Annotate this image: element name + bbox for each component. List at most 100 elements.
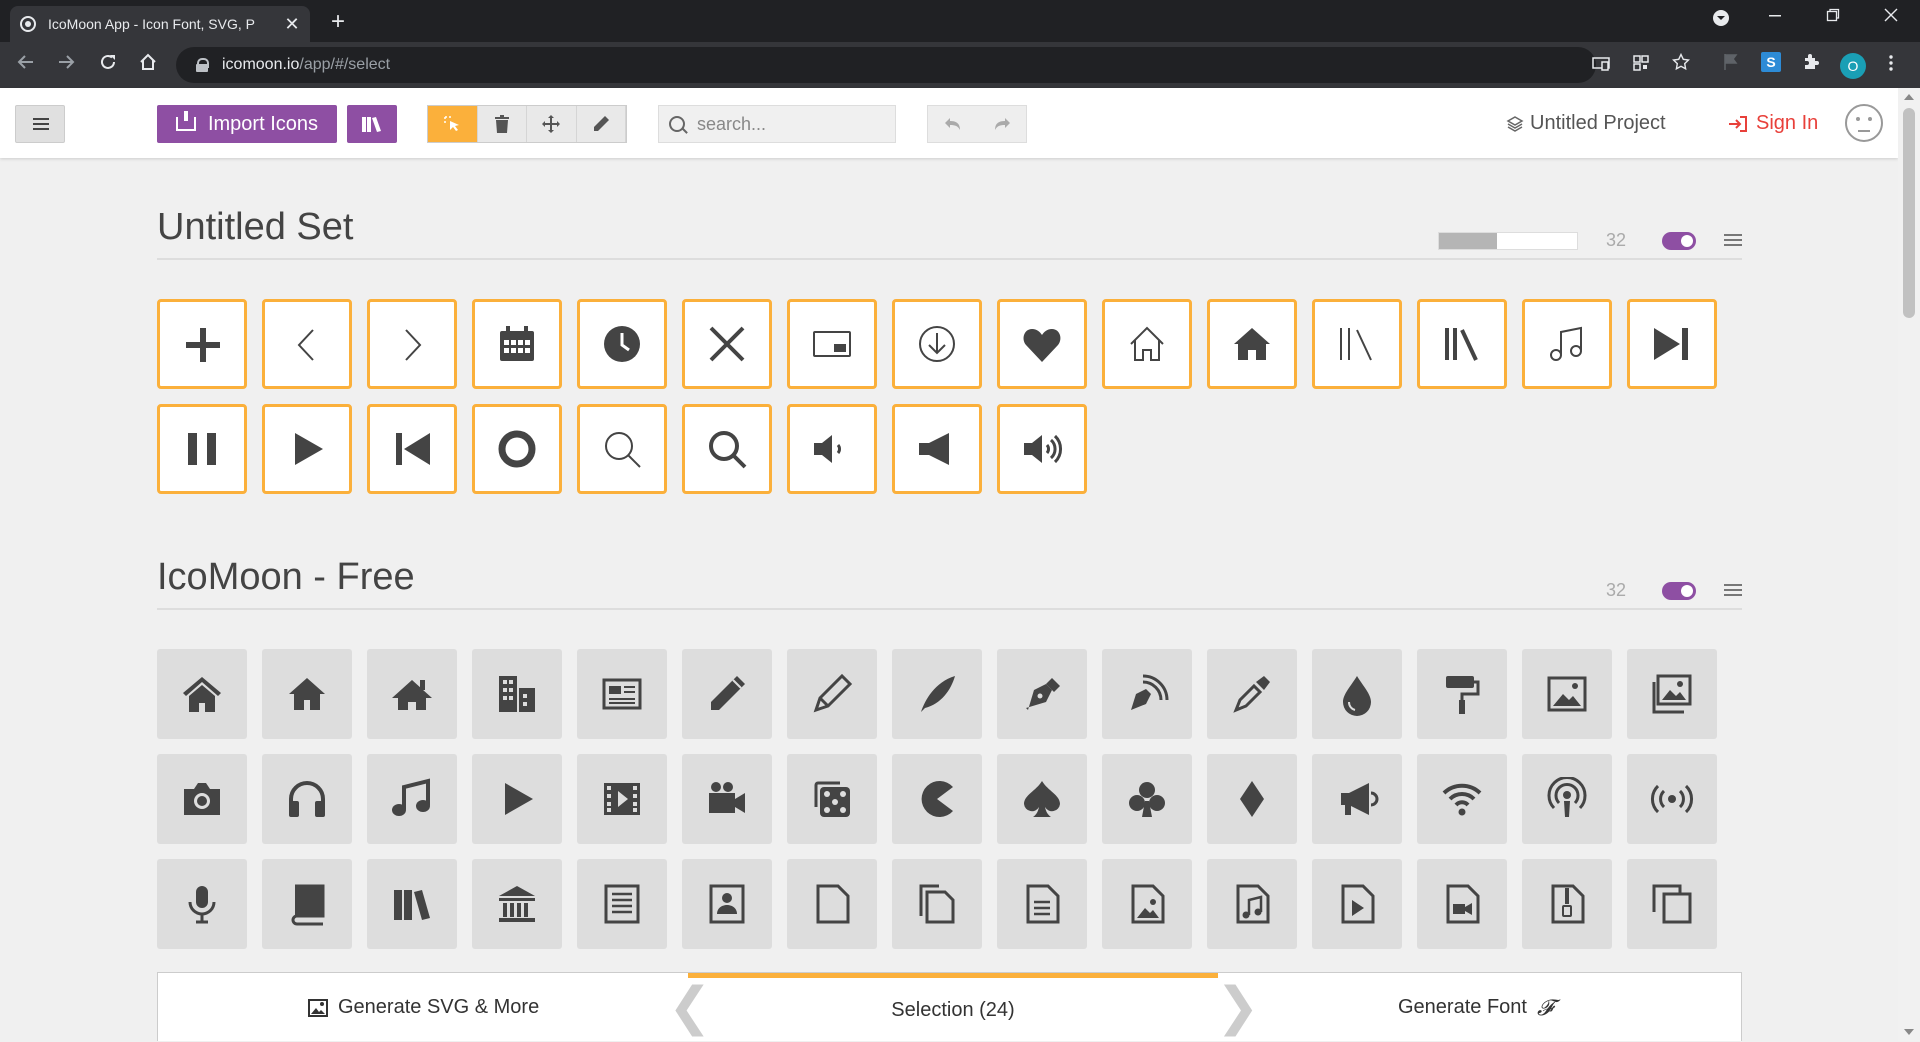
icon-tile[interactable] [892,404,982,494]
icon-tile[interactable] [1207,649,1297,739]
icon-tile[interactable] [1522,754,1612,844]
page-scrollbar[interactable] [1898,88,1920,1041]
user-avatar-icon[interactable] [1845,104,1883,142]
reload-icon[interactable] [94,51,122,79]
select-tool-button[interactable] [428,106,478,142]
icon-tile[interactable] [1207,859,1297,949]
icon-tile[interactable] [787,754,877,844]
icon-tile[interactable] [682,404,772,494]
icon-tile[interactable] [682,649,772,739]
icon-tile[interactable] [787,404,877,494]
delete-tool-button[interactable] [477,106,527,142]
forward-icon[interactable] [52,51,80,79]
close-window-icon[interactable] [1868,6,1914,27]
sign-in-link[interactable]: Sign In [1728,112,1818,135]
scroll-down-icon[interactable] [1904,1029,1914,1035]
icon-tile[interactable] [1417,859,1507,949]
generate-svg-button[interactable]: Generate SVG & More [308,973,539,1042]
undo-button[interactable] [928,106,977,142]
icon-tile[interactable] [472,404,562,494]
icon-tile[interactable] [1627,859,1717,949]
icon-tile[interactable] [1522,649,1612,739]
icon-tile[interactable] [262,299,352,389]
icon-tile[interactable] [367,859,457,949]
icon-tile[interactable] [262,649,352,739]
icon-tile[interactable] [367,754,457,844]
icon-tile[interactable] [1102,859,1192,949]
icon-tile[interactable] [577,299,667,389]
icon-tile[interactable] [367,299,457,389]
icon-tile[interactable] [1207,299,1297,389]
icon-tile[interactable] [262,859,352,949]
icon-tile[interactable] [997,859,1087,949]
icon-tile[interactable] [1417,649,1507,739]
icon-tile[interactable] [157,754,247,844]
back-icon[interactable] [12,51,40,79]
icon-tile[interactable] [1102,649,1192,739]
icon-tile[interactable] [997,754,1087,844]
move-tool-button[interactable] [527,106,577,142]
project-selector[interactable]: Untitled Project [1506,112,1666,135]
restore-icon[interactable] [1810,6,1856,27]
search-input[interactable]: search... [658,105,896,143]
icon-tile[interactable] [472,299,562,389]
icon-tile[interactable] [577,859,667,949]
selection-tab[interactable]: Selection (24) [688,973,1218,1042]
icon-tile[interactable] [1312,299,1402,389]
icon-tile[interactable] [1417,299,1507,389]
icon-tile[interactable] [1312,754,1402,844]
bookmark-star-icon[interactable] [1668,52,1694,78]
close-tab-icon[interactable]: ✕ [284,14,300,35]
icon-tile[interactable] [892,649,982,739]
set-visibility-toggle[interactable] [1662,581,1696,600]
icon-tile[interactable] [1627,299,1717,389]
icon-tile[interactable] [682,859,772,949]
set-menu-icon[interactable] [1724,583,1742,598]
scrollbar-thumb[interactable] [1903,108,1915,318]
browser-tab[interactable]: IcoMoon App - Icon Font, SVG, P ✕ [10,6,310,42]
icon-tile[interactable] [1312,859,1402,949]
icon-tile[interactable] [892,299,982,389]
icon-tile[interactable] [472,649,562,739]
import-icons-button[interactable]: Import Icons [157,105,337,143]
main-menu-button[interactable] [15,105,65,143]
icon-tile[interactable] [1312,649,1402,739]
set-menu-icon[interactable] [1724,233,1742,248]
icon-tile[interactable] [1522,859,1612,949]
icon-tile[interactable] [1417,754,1507,844]
scroll-up-icon[interactable] [1904,94,1914,100]
url-bar[interactable]: icomoon.io/app/#/select [176,47,1596,83]
icon-tile[interactable] [787,649,877,739]
cast-icon[interactable] [1588,52,1614,78]
icon-tile[interactable] [1207,754,1297,844]
generate-font-button[interactable]: Generate Font 𝓕 [1398,973,1553,1042]
tab-search-icon[interactable] [1698,9,1744,32]
home-browser-icon[interactable] [134,51,162,79]
icon-tile[interactable] [682,754,772,844]
icon-tile[interactable] [682,299,772,389]
icon-tile[interactable] [1522,299,1612,389]
icon-tile[interactable] [892,859,982,949]
icon-tile[interactable] [1627,754,1717,844]
icon-tile[interactable] [1102,754,1192,844]
library-button[interactable] [347,105,397,143]
icon-tile[interactable] [472,754,562,844]
icon-tile[interactable] [1102,299,1192,389]
icon-tile[interactable] [367,649,457,739]
new-tab-button[interactable]: + [326,8,350,36]
extensions-puzzle-icon[interactable] [1798,52,1824,78]
browser-menu-icon[interactable] [1878,52,1904,78]
edit-tool-button[interactable] [576,106,626,142]
qr-icon[interactable] [1628,52,1654,78]
icon-tile[interactable] [997,299,1087,389]
icon-tile[interactable] [787,859,877,949]
icon-tile[interactable] [1627,649,1717,739]
profile-avatar[interactable]: O [1840,53,1866,79]
icon-tile[interactable] [997,649,1087,739]
flag-icon[interactable] [1718,52,1744,78]
icon-tile[interactable] [262,404,352,494]
icon-tile[interactable] [367,404,457,494]
set-visibility-toggle[interactable] [1662,231,1696,250]
icon-tile[interactable] [577,404,667,494]
icon-tile[interactable] [157,404,247,494]
